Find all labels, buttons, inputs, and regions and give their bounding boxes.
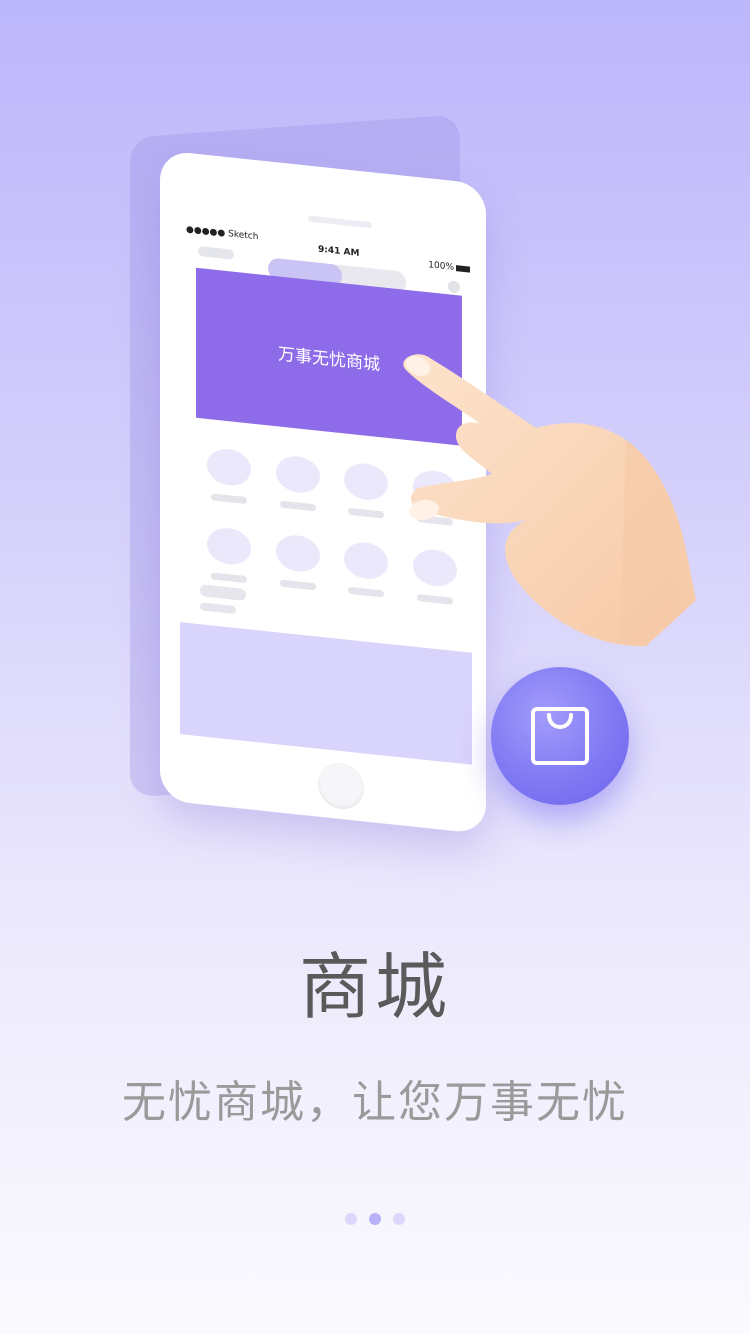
- mock-placeholder-dot: [448, 280, 460, 294]
- shop-badge: [491, 667, 629, 805]
- mock-battery-label: 100%: [428, 260, 454, 273]
- shopping-bag-icon: [531, 707, 589, 765]
- mock-grid-icon: [275, 454, 320, 495]
- page-title: 商城: [298, 945, 451, 1029]
- mock-text-lines: [200, 584, 246, 615]
- mock-battery: 100%: [428, 260, 470, 274]
- mock-grid-icon: [207, 446, 251, 488]
- battery-icon: [456, 264, 470, 273]
- mock-grid-label: [348, 507, 385, 519]
- mock-placeholder-pill: [198, 245, 234, 260]
- phone-home-button: [318, 760, 364, 812]
- pagination-dot-1[interactable]: [345, 1213, 357, 1225]
- mock-grid-icon: [344, 461, 389, 502]
- mock-carrier: ●●●●● Sketch: [186, 224, 259, 243]
- pagination-dot-2[interactable]: [369, 1213, 381, 1225]
- onboarding-illustration: ●●●●● Sketch 9:41 AM 100% 万事无忧商城: [0, 0, 750, 860]
- mock-banner-text: 万事无忧商城: [278, 343, 380, 375]
- mock-grid-icon: [207, 525, 251, 567]
- mock-grid-label: [279, 579, 316, 591]
- pagination-dot-3[interactable]: [393, 1213, 405, 1225]
- mock-time: 9:41 AM: [318, 244, 360, 259]
- mock-grid-label: [279, 500, 316, 512]
- mock-grid-item: [341, 461, 391, 519]
- mock-grid-label: [348, 586, 385, 598]
- mock-grid-item: [341, 540, 391, 598]
- mock-grid-label: [211, 572, 247, 584]
- mock-grid-icon: [344, 540, 389, 581]
- mock-grid-item: [273, 533, 323, 591]
- mock-grid-item: [273, 454, 323, 512]
- pointing-hand-icon: [403, 354, 696, 647]
- mock-grid-icon: [275, 533, 320, 574]
- mock-grid-label: [211, 493, 247, 505]
- mock-grid-item: [204, 525, 254, 584]
- pagination-dots: [0, 1213, 750, 1225]
- page-subtitle: 无忧商城，让您万事无忧: [122, 1077, 628, 1128]
- mock-text-line: [200, 602, 236, 614]
- phone-speaker: [308, 215, 372, 229]
- mock-grid-item: [204, 446, 254, 505]
